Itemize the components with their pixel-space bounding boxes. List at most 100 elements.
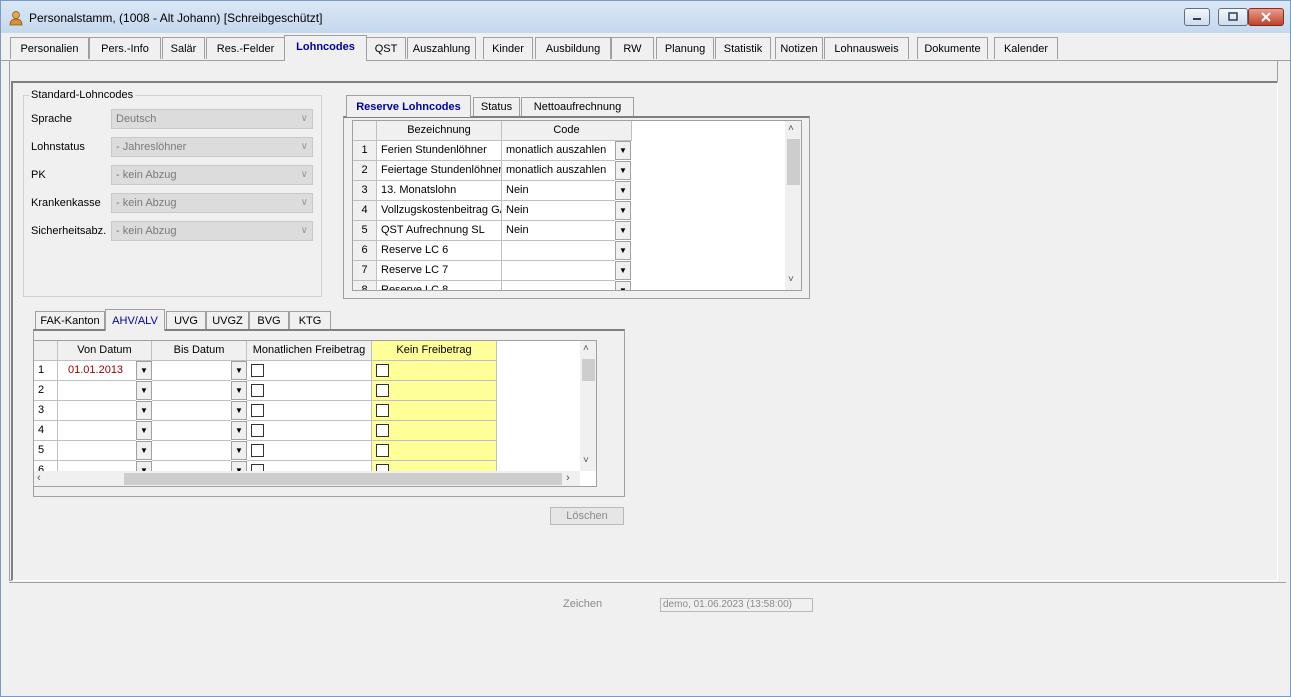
von-datum-dropdown[interactable]: ▼ — [136, 381, 152, 400]
von-datum-dropdown[interactable]: ▼ — [136, 441, 152, 460]
column-header-bis-datum[interactable]: Bis Datum — [152, 341, 247, 361]
horizontal-scrollbar[interactable]: ‹ › — [34, 471, 580, 486]
kein-freibetrag-checkbox[interactable] — [376, 364, 389, 377]
tab-statistik[interactable]: Statistik — [715, 37, 771, 59]
subtab-status[interactable]: Status — [473, 97, 520, 116]
bis-datum-cell[interactable] — [152, 441, 231, 461]
tab-kalender[interactable]: Kalender — [994, 37, 1058, 59]
bis-datum-dropdown[interactable]: ▼ — [231, 401, 247, 420]
von-datum-cell[interactable] — [58, 381, 136, 401]
scroll-up-icon[interactable]: ˄ — [788, 123, 794, 134]
reserve-lohncodes-grid[interactable]: Bezeichnung Code 1 Ferien Stundenlöhner mona… — [352, 120, 802, 291]
pk-combo[interactable]: - kein Abzug ∨ — [111, 165, 313, 185]
subtab-reserve-lohncodes[interactable]: Reserve Lohncodes — [346, 95, 471, 117]
scroll-up-icon[interactable]: ˄ — [583, 343, 589, 354]
lohnstatus-combo[interactable]: - Jahreslöhner ∨ — [111, 137, 313, 157]
code-cell[interactable] — [502, 281, 615, 290]
code-cell[interactable]: Nein — [502, 221, 615, 241]
subtab-uvgz[interactable]: UVGZ — [206, 311, 249, 330]
column-header-kein-freibetrag[interactable]: Kein Freibetrag — [372, 341, 497, 361]
ahv-alv-grid[interactable]: Von Datum Bis Datum Monatlichen Freibetrag… — [33, 340, 597, 487]
tab-lohncodes[interactable]: Lohncodes — [284, 35, 367, 61]
bis-datum-dropdown[interactable]: ▼ — [231, 361, 247, 380]
monatlichen-freibetrag-checkbox[interactable] — [251, 364, 264, 377]
bis-datum-cell[interactable] — [152, 361, 231, 381]
subtab-nettoaufrechnung[interactable]: Nettoaufrechnung — [521, 97, 634, 116]
bis-datum-dropdown[interactable]: ▼ — [231, 381, 247, 400]
bezeichnung-cell[interactable]: QST Aufrechnung SL — [377, 221, 502, 241]
tab-notizen[interactable]: Notizen — [775, 37, 823, 59]
code-dropdown-button[interactable]: ▼ — [615, 161, 631, 180]
code-dropdown-button[interactable]: ▼ — [615, 241, 631, 260]
monatlichen-freibetrag-checkbox[interactable] — [251, 384, 264, 397]
tab-ausbildung[interactable]: Ausbildung — [535, 37, 611, 59]
maximize-button[interactable] — [1218, 8, 1248, 26]
von-datum-cell[interactable] — [58, 421, 136, 441]
bezeichnung-cell[interactable]: Ferien Stundenlöhner — [377, 141, 502, 161]
kein-freibetrag-checkbox[interactable] — [376, 424, 389, 437]
kein-freibetrag-checkbox[interactable] — [376, 404, 389, 417]
code-cell[interactable]: monatlich auszahlen — [502, 141, 615, 161]
sicherheitsabz-combo[interactable]: - kein Abzug ∨ — [111, 221, 313, 241]
code-dropdown-button[interactable]: ▼ — [615, 261, 631, 280]
bezeichnung-cell[interactable]: Reserve LC 7 — [377, 261, 502, 281]
horizontal-scrollbar-thumb[interactable] — [124, 473, 562, 485]
monatlichen-freibetrag-checkbox[interactable] — [251, 444, 264, 457]
tab-kinder[interactable]: Kinder — [483, 37, 533, 59]
scroll-down-icon[interactable]: ˅ — [583, 455, 589, 466]
bis-datum-dropdown[interactable]: ▼ — [231, 441, 247, 460]
bezeichnung-cell[interactable]: Reserve LC 6 — [377, 241, 502, 261]
code-cell[interactable]: Nein — [502, 201, 615, 221]
scrollbar-thumb[interactable] — [582, 359, 595, 381]
code-dropdown-button[interactable]: ▼ — [615, 201, 631, 220]
bis-datum-cell[interactable] — [152, 421, 231, 441]
tab-lohnausweis[interactable]: Lohnausweis — [824, 37, 909, 59]
bis-datum-cell[interactable] — [152, 381, 231, 401]
column-header-monatlichen-freibetrag[interactable]: Monatlichen Freibetrag — [247, 341, 372, 361]
column-header-code[interactable]: Code — [502, 121, 632, 141]
scroll-left-icon[interactable]: ‹ — [37, 472, 41, 484]
tab-qst[interactable]: QST — [366, 37, 406, 59]
code-dropdown-button[interactable]: ▼ — [615, 221, 631, 240]
subtab-ktg[interactable]: KTG — [289, 311, 331, 330]
von-datum-cell[interactable]: 01.01.2013 — [58, 361, 136, 381]
scroll-down-icon[interactable]: ˅ — [788, 274, 794, 285]
monatlichen-freibetrag-checkbox[interactable] — [251, 404, 264, 417]
monatlichen-freibetrag-checkbox[interactable] — [251, 424, 264, 437]
subtab-fak-kanton[interactable]: FAK-Kanton — [35, 311, 105, 330]
subtab-ahv-alv[interactable]: AHV/ALV — [105, 309, 165, 331]
vertical-scrollbar[interactable]: ˄ ˅ — [785, 121, 801, 290]
column-header-von-datum[interactable]: Von Datum — [58, 341, 152, 361]
column-header-bezeichnung[interactable]: Bezeichnung — [377, 121, 502, 141]
sprache-combo[interactable]: Deutsch ∨ — [111, 109, 313, 129]
tab-dokumente[interactable]: Dokumente — [917, 37, 988, 59]
tab-res-felder[interactable]: Res.-Felder — [206, 37, 285, 59]
von-datum-cell[interactable] — [58, 401, 136, 421]
loeschen-button[interactable]: Löschen — [550, 507, 624, 525]
bezeichnung-cell[interactable]: Feiertage Stundenlöhner — [377, 161, 502, 181]
von-datum-dropdown[interactable]: ▼ — [136, 421, 152, 440]
krankenkasse-combo[interactable]: - kein Abzug ∨ — [111, 193, 313, 213]
code-dropdown-button[interactable]: ▼ — [615, 141, 631, 160]
bis-datum-cell[interactable] — [152, 401, 231, 421]
subtab-bvg[interactable]: BVG — [249, 311, 289, 330]
bezeichnung-cell[interactable]: Reserve LC 8 — [377, 281, 502, 290]
minimize-button[interactable] — [1184, 8, 1210, 26]
code-cell[interactable]: Nein — [502, 181, 615, 201]
von-datum-dropdown[interactable]: ▼ — [136, 361, 152, 380]
code-dropdown-button[interactable]: ▼ — [615, 181, 631, 200]
tab-personalien[interactable]: Personalien — [10, 37, 89, 59]
von-datum-dropdown[interactable]: ▼ — [136, 401, 152, 420]
tab-auszahlung[interactable]: Auszahlung — [407, 37, 476, 59]
von-datum-cell[interactable] — [58, 441, 136, 461]
tab-salär[interactable]: Salär — [162, 37, 205, 59]
vertical-scrollbar[interactable]: ˄ ˅ — [580, 341, 596, 471]
bis-datum-dropdown[interactable]: ▼ — [231, 421, 247, 440]
scrollbar-thumb[interactable] — [787, 139, 800, 185]
code-cell[interactable] — [502, 261, 615, 281]
tab-pers-info[interactable]: Pers.-Info — [89, 37, 161, 59]
code-cell[interactable]: monatlich auszahlen — [502, 161, 615, 181]
bezeichnung-cell[interactable]: 13. Monatslohn — [377, 181, 502, 201]
close-button[interactable] — [1248, 8, 1284, 26]
code-dropdown-button[interactable]: ▼ — [615, 281, 631, 290]
